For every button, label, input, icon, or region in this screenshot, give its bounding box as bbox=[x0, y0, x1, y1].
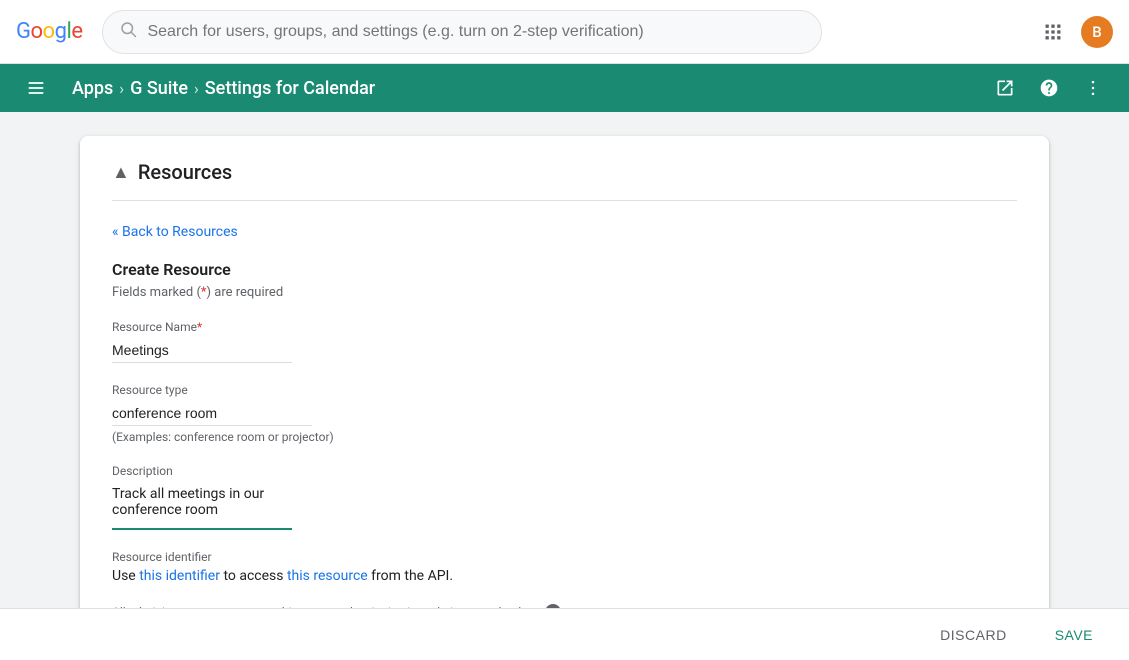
breadcrumb-chevron-2: › bbox=[194, 79, 199, 98]
more-options-button[interactable] bbox=[1073, 68, 1113, 108]
resource-name-input[interactable] bbox=[112, 338, 292, 363]
search-input[interactable] bbox=[147, 23, 805, 41]
back-to-resources-link[interactable]: « Back to Resources bbox=[112, 224, 238, 240]
external-link-button[interactable] bbox=[985, 68, 1025, 108]
search-bar[interactable] bbox=[102, 10, 822, 54]
collapse-icon[interactable]: ▲ bbox=[112, 162, 130, 183]
header-right: B bbox=[1033, 12, 1113, 52]
save-button[interactable]: SAVE bbox=[1043, 619, 1105, 651]
page-title: Settings for Calendar bbox=[205, 78, 375, 99]
top-header: Google B bbox=[0, 0, 1129, 64]
main-content: ▲ Resources « Back to Resources Create R… bbox=[0, 112, 1129, 608]
bottom-bar: DISCARD SAVE bbox=[0, 608, 1129, 660]
resource-type-input[interactable] bbox=[112, 401, 312, 426]
help-button[interactable] bbox=[1029, 68, 1069, 108]
description-field: Description Track all meetings in our co… bbox=[112, 464, 1017, 530]
subtitle-suffix: ) are required bbox=[207, 285, 284, 300]
discard-button[interactable]: DISCARD bbox=[928, 619, 1019, 651]
breadcrumb-gsuite[interactable]: G Suite bbox=[130, 78, 188, 99]
description-label: Description bbox=[112, 464, 1017, 478]
nav-actions bbox=[985, 68, 1113, 108]
resources-card: ▲ Resources « Back to Resources Create R… bbox=[80, 136, 1049, 608]
resource-name-required: * bbox=[197, 320, 202, 334]
resource-identifier-field: Resource identifier Use this identifier … bbox=[112, 550, 1017, 584]
resource-type-field: Resource type (Examples: conference room… bbox=[112, 383, 1017, 444]
description-input[interactable]: Track all meetings in our conference roo… bbox=[112, 482, 292, 530]
this-identifier-link[interactable]: this identifier bbox=[139, 568, 220, 584]
resource-identifier-text: Use this identifier to access this resou… bbox=[112, 568, 1017, 584]
breadcrumb-chevron-1: › bbox=[119, 79, 124, 98]
resource-identifier-label: Resource identifier bbox=[112, 550, 1017, 564]
menu-button[interactable] bbox=[16, 68, 56, 108]
nav-bar: Apps › G Suite › Settings for Calendar bbox=[0, 64, 1129, 112]
resource-type-label: Resource type bbox=[112, 383, 1017, 397]
form-subtitle: Fields marked (*) are required bbox=[112, 285, 1017, 300]
resource-name-field: Resource Name* bbox=[112, 320, 1017, 363]
google-logo: Google bbox=[16, 19, 82, 44]
resource-type-hint: (Examples: conference room or projector) bbox=[112, 430, 1017, 444]
breadcrumb-apps[interactable]: Apps bbox=[72, 78, 113, 99]
section-header: ▲ Resources bbox=[112, 160, 1017, 184]
this-resource-link[interactable]: this resource bbox=[287, 568, 368, 584]
search-icon bbox=[119, 20, 137, 43]
form-title: Create Resource bbox=[112, 260, 1017, 279]
breadcrumb: Apps › G Suite › Settings for Calendar bbox=[72, 78, 985, 99]
section-title: Resources bbox=[138, 160, 232, 184]
apps-grid-button[interactable] bbox=[1033, 12, 1073, 52]
avatar[interactable]: B bbox=[1081, 16, 1113, 48]
resource-name-label: Resource Name* bbox=[112, 320, 1017, 334]
subtitle-prefix: Fields marked ( bbox=[112, 285, 201, 300]
